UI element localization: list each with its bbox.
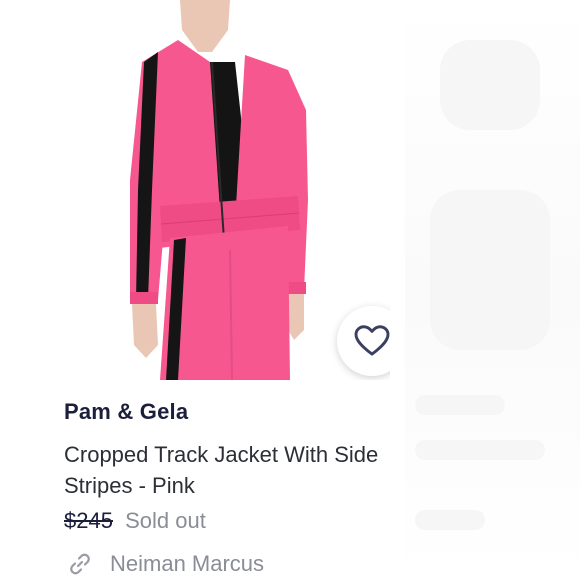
sold-out-status: Sold out: [125, 508, 206, 533]
price-row: $245 Sold out: [64, 508, 206, 534]
adjacent-card-placeholder: [405, 0, 580, 580]
brand-name[interactable]: Pam & Gela: [64, 399, 188, 425]
original-price: $245: [64, 508, 113, 533]
retailer-name: Neiman Marcus: [110, 551, 265, 576]
product-card[interactable]: Pam & Gela Cropped Track Jacket With Sid…: [0, 0, 400, 580]
link-icon: [68, 552, 92, 576]
product-image[interactable]: [60, 0, 390, 380]
heart-outline-icon: [354, 325, 390, 356]
retailer-link[interactable]: Neiman Marcus: [68, 551, 264, 577]
product-title[interactable]: Cropped Track Jacket With Side Stripes -…: [64, 439, 384, 501]
